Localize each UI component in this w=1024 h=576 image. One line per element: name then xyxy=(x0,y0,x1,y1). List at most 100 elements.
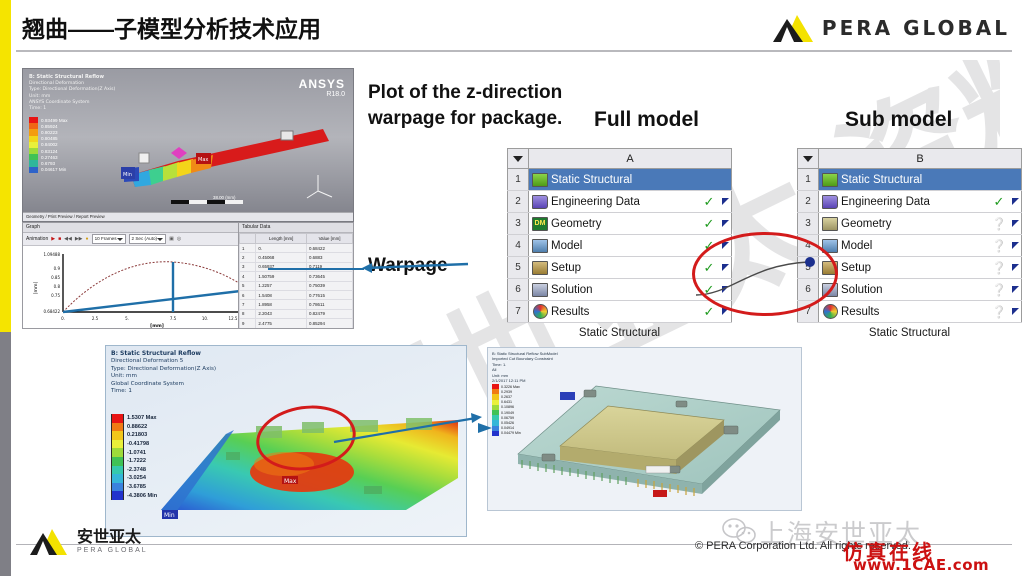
tree-row-status: ✓ xyxy=(699,190,719,213)
tree-caret-cell[interactable] xyxy=(797,148,819,169)
tree-row-label[interactable]: Geometry xyxy=(551,212,699,235)
frames-select[interactable]: 10 Frames xyxy=(91,234,126,244)
status-check-icon: ✓ xyxy=(993,193,1005,209)
ansys-brand: ANSYS R18.0 xyxy=(299,77,345,98)
table-row[interactable]: 6 1.5408 0.77615 xyxy=(239,289,353,301)
expand-arrow-icon[interactable] xyxy=(1011,285,1019,293)
tree-row-number: 1 xyxy=(797,168,819,191)
next-frame-button[interactable]: ▶▶ xyxy=(75,236,83,242)
table-row[interactable]: 8 2.2043 0.82479 xyxy=(239,308,353,320)
slide-root: 翘曲——子模型分析技术应用 PERA GLOBAL 上海安世亚太 资料分享 Pl… xyxy=(0,0,1024,576)
link-highlight-ellipse xyxy=(692,232,838,316)
svg-text:0.9: 0.9 xyxy=(54,266,61,271)
table-cell: 0.77615 xyxy=(306,289,353,301)
tree-row-label[interactable]: Model xyxy=(551,234,699,257)
table-row[interactable]: 3 0.65937 0.7119 xyxy=(239,261,353,273)
stop-button[interactable]: ■ xyxy=(58,236,61,242)
sub-model-panel: B: Static Structural Reflow SubModel Imp… xyxy=(487,347,802,511)
tree-row-label[interactable]: Results xyxy=(551,300,699,323)
tree-row-label[interactable]: Static Structural xyxy=(841,168,989,191)
tree-row-number: 6 xyxy=(507,278,529,301)
expand-arrow-icon[interactable] xyxy=(1011,307,1019,315)
legend-value: -3.0254 xyxy=(127,475,146,482)
svg-text:0.85: 0.85 xyxy=(51,275,60,280)
svg-text:2.5: 2.5 xyxy=(92,316,99,321)
tree-row-label[interactable]: Model xyxy=(841,234,989,257)
expand-arrow-icon[interactable] xyxy=(1011,219,1019,227)
tree-row-label[interactable]: Results xyxy=(841,300,989,323)
legend-row: -3.0254 xyxy=(111,474,157,483)
play-button[interactable]: ▶ xyxy=(51,236,55,242)
legend-row: -1.7222 xyxy=(111,456,157,466)
tree-row-label[interactable]: Engineering Data xyxy=(551,190,699,213)
svg-text:1.09488: 1.09488 xyxy=(43,252,60,257)
svg-text:7.5: 7.5 xyxy=(170,316,177,321)
warpage-callout-label: Warpage xyxy=(368,255,448,276)
legend-value: 0.85924 xyxy=(41,123,58,129)
svg-text:5.: 5. xyxy=(125,316,129,321)
pera-triangle-icon xyxy=(772,13,817,43)
table-row[interactable]: 9 2.4775 0.85294 xyxy=(239,318,353,328)
svg-text:[mm]: [mm] xyxy=(33,282,39,295)
table-cell: 0.73645 xyxy=(306,271,353,282)
legend-value: 0.2939 xyxy=(501,389,512,394)
tree-row-label[interactable]: Geometry xyxy=(841,212,989,235)
export-icon[interactable]: ▣ xyxy=(169,236,174,242)
table-row[interactable]: 2 0.45068 0.6883 xyxy=(239,252,353,263)
duration-select[interactable]: 2 Sec (Auto) xyxy=(128,234,167,244)
tree-caret-cell[interactable] xyxy=(507,148,529,169)
legend-swatch xyxy=(111,482,124,492)
tree-row-label[interactable]: Static Structural xyxy=(551,168,699,191)
table-cell: 4 xyxy=(239,271,257,282)
table-row[interactable]: 7 1.8958 0.78611 xyxy=(239,299,353,310)
submodel-meta-1: Imported Cut Boundary Constraint xyxy=(492,356,553,362)
table-cell: 1.2257 xyxy=(255,280,308,291)
tree-row-status: ❔ xyxy=(989,278,1009,301)
prev-frame-button[interactable]: ◀◀ xyxy=(64,236,72,242)
expand-arrow-icon[interactable] xyxy=(1011,263,1019,271)
tree-row-label[interactable]: Setup xyxy=(841,256,989,279)
legend-value: 0.05426 xyxy=(501,420,514,425)
legend-value: 0.84002 xyxy=(41,142,58,148)
tree-row[interactable]: 2 Engineering Data ✓ xyxy=(507,190,732,213)
expand-arrow-icon[interactable] xyxy=(1011,241,1019,249)
bulb-icon[interactable]: ● xyxy=(86,236,89,242)
contour-metadata: B: Static Structural Reflow Directional … xyxy=(111,350,216,395)
tree-row-label[interactable]: Solution xyxy=(551,278,699,301)
tree-row[interactable]: 1 Static Structural xyxy=(797,168,1022,191)
table-row[interactable]: 1 0. 0.68422 xyxy=(239,242,353,254)
tree-row-number: 2 xyxy=(507,190,529,213)
expand-arrow-icon[interactable] xyxy=(1011,197,1019,205)
table-cell: 1.8958 xyxy=(255,299,308,310)
submodel-meta-5: 2/1/2017 12:11 PM xyxy=(492,378,526,384)
table-column-header: Length [mm] xyxy=(255,233,308,244)
chevron-down-icon[interactable] xyxy=(513,155,523,162)
graph-panel-title: Graph xyxy=(23,223,263,233)
legend-value: 0.21803 xyxy=(127,432,148,439)
zoom-icon[interactable]: ◎ xyxy=(177,236,181,242)
tree-row-label[interactable]: Setup xyxy=(551,256,699,279)
footer-logo-cn: 安世亚太 xyxy=(77,528,142,546)
legend-value: 0.3226 Max xyxy=(501,384,520,389)
meta-line-4: ANSYS Coordinate System xyxy=(29,99,90,105)
tree-row-label[interactable]: Engineering Data xyxy=(841,190,989,213)
expand-arrow-icon[interactable] xyxy=(721,197,729,205)
table-row[interactable]: 5 1.2257 0.75039 xyxy=(239,280,353,291)
table-row[interactable]: 4 1.50759 0.73645 xyxy=(239,271,353,282)
chevron-down-icon[interactable] xyxy=(803,155,813,162)
label-sub-model: Sub model xyxy=(845,108,953,131)
tree-row[interactable]: 2 Engineering Data ✓ xyxy=(797,190,1022,213)
legend-value: -1.0741 xyxy=(127,449,146,456)
legend-swatch xyxy=(111,474,124,483)
wechat-icon xyxy=(722,518,756,549)
tree-row[interactable]: 1 Static Structural xyxy=(507,168,732,191)
legend-value: 0.6431 xyxy=(501,400,512,405)
table-row[interactable]: 102.78270.86501 xyxy=(239,327,353,328)
tree-row-label[interactable]: Solution xyxy=(841,278,989,301)
legend-row: 0.04617 Min xyxy=(29,166,68,173)
footer-logo-en: PERA GLOBAL xyxy=(77,546,148,554)
tree-header-row: B xyxy=(797,148,1022,169)
scale-bar-label: 38.00 (mm) xyxy=(213,195,236,200)
table-cell: 8 xyxy=(239,308,257,320)
tree-row-number: 5 xyxy=(507,256,529,279)
